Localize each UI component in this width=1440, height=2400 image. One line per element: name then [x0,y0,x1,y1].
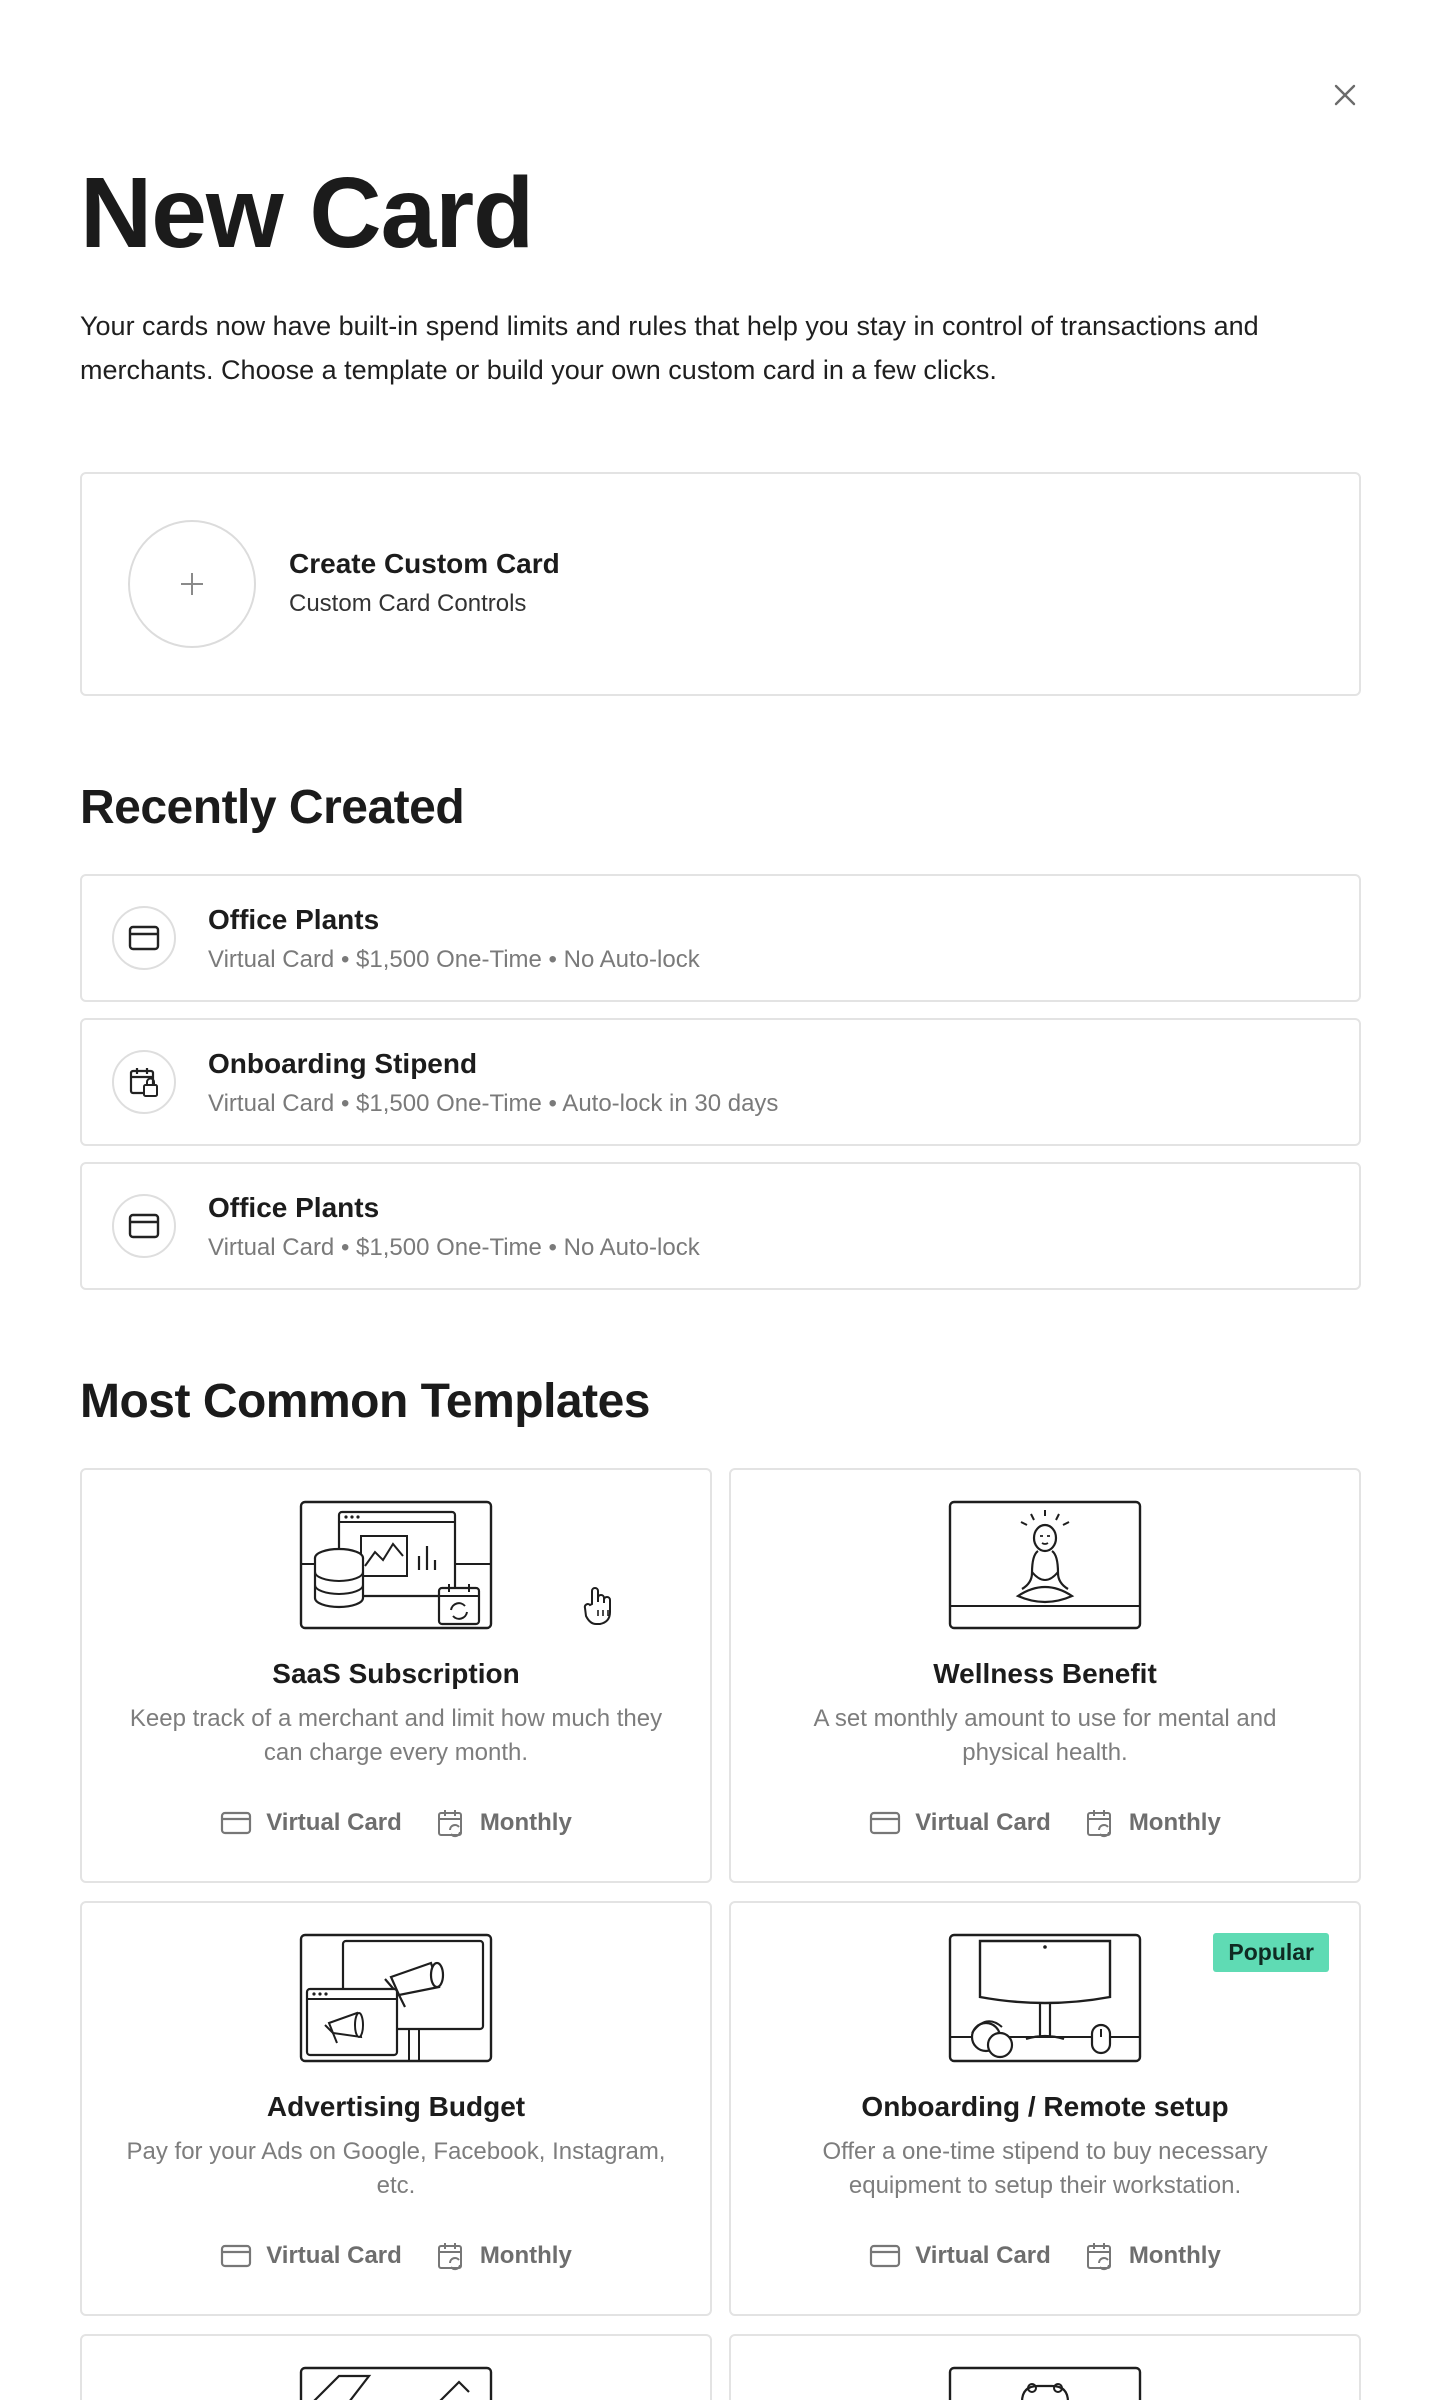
calendar-repeat-icon [437,1810,462,1838]
credit-card-icon [870,1811,901,1835]
credit-card-icon [870,2244,901,2268]
template-illustration [948,2366,1142,2400]
template-card-saas[interactable]: SaaS Subscription Keep track of a mercha… [80,1468,712,1883]
workstation-illustration [948,1933,1142,2063]
frequency-label: Monthly [1128,1809,1221,1836]
card-type-tag: Virtual Card [869,1808,1051,1838]
template-description: A set monthly amount to use for mental a… [813,1705,1277,1766]
frequency-tag: Monthly [436,2241,572,2271]
credit-card-icon [221,2244,252,2268]
frequency-tag: Monthly [1085,2241,1221,2271]
card-type-label: Virtual Card [915,2242,1051,2269]
recent-card-meta: Virtual Card • $1,500 One-Time • No Auto… [208,1234,700,1261]
custom-card-subtitle: Custom Card Controls [289,590,527,617]
close-button[interactable] [1326,76,1364,114]
card-type-label: Virtual Card [266,1809,402,1836]
template-description: Pay for your Ads on Google, Facebook, In… [126,2138,666,2199]
recent-card-row[interactable]: Office Plants Virtual Card • $1,500 One-… [80,874,1361,1002]
frequency-label: Monthly [479,2242,572,2269]
recent-card-name: Office Plants [208,904,380,935]
template-card-partial[interactable] [729,2334,1361,2400]
template-card-wellness[interactable]: Wellness Benefit A set monthly amount to… [729,1468,1361,1883]
megaphone-illustration [299,1933,493,2063]
recent-card-meta: Virtual Card • $1,500 One-Time • Auto-lo… [208,1090,779,1117]
calendar-repeat-icon [1086,2243,1111,2271]
page-description: Your cards now have built-in spend limit… [80,311,1259,385]
frequency-label: Monthly [479,1809,572,1836]
recent-card-meta: Virtual Card • $1,500 One-Time • No Auto… [208,946,700,973]
close-icon [1334,84,1356,106]
frequency-tag: Monthly [436,1808,572,1838]
template-card-advertising[interactable]: Advertising Budget Pay for your Ads on G… [80,1901,712,2316]
card-type-tag: Virtual Card [869,2241,1051,2271]
calendar-lock-icon [129,1068,158,1097]
template-card-onboarding[interactable]: Popular Onboarding / Remote setup Offer … [729,1901,1361,2316]
plus-circle [128,520,256,648]
popular-badge: Popular [1213,1933,1329,1972]
recent-icon-circle [112,1194,176,1258]
template-illustration [299,2366,493,2400]
templates-heading: Most Common Templates [80,1375,651,1428]
calendar-repeat-icon [1086,1810,1111,1838]
credit-card-icon [128,925,160,951]
template-title: Onboarding / Remote setup [861,2091,1229,2122]
hand-cursor-icon [583,1587,611,1625]
template-description: Offer a one-time stipend to buy necessar… [822,2138,1268,2199]
recent-icon-circle [112,906,176,970]
meditation-illustration [948,1500,1142,1630]
template-title: SaaS Subscription [272,1658,520,1689]
credit-card-icon [221,1811,252,1835]
template-description: Keep track of a merchant and limit how m… [129,1705,663,1766]
recent-card-name: Office Plants [208,1192,380,1223]
frequency-tag: Monthly [1085,1808,1221,1838]
template-title: Wellness Benefit [933,1658,1157,1689]
card-type-label: Virtual Card [915,1809,1051,1836]
calendar-repeat-icon [437,2243,462,2271]
recent-card-name: Onboarding Stipend [208,1048,478,1079]
page-title: New Card [80,157,534,269]
card-type-tag: Virtual Card [220,2241,402,2271]
plus-icon [181,573,203,595]
card-type-label: Virtual Card [266,2242,402,2269]
saas-dashboard-illustration [299,1500,493,1630]
recent-card-row[interactable]: Onboarding Stipend Virtual Card • $1,500… [80,1018,1361,1146]
template-title: Advertising Budget [266,2091,526,2122]
recently-created-heading: Recently Created [80,781,465,834]
template-card-partial[interactable] [80,2334,712,2400]
recent-card-row[interactable]: Office Plants Virtual Card • $1,500 One-… [80,1162,1361,1290]
recent-icon-circle [112,1050,176,1114]
create-custom-card-button[interactable]: Create Custom Card Custom Card Controls [80,472,1361,696]
card-type-tag: Virtual Card [220,1808,402,1838]
credit-card-icon [128,1213,160,1239]
custom-card-title: Create Custom Card [289,548,560,579]
frequency-label: Monthly [1128,2242,1221,2269]
